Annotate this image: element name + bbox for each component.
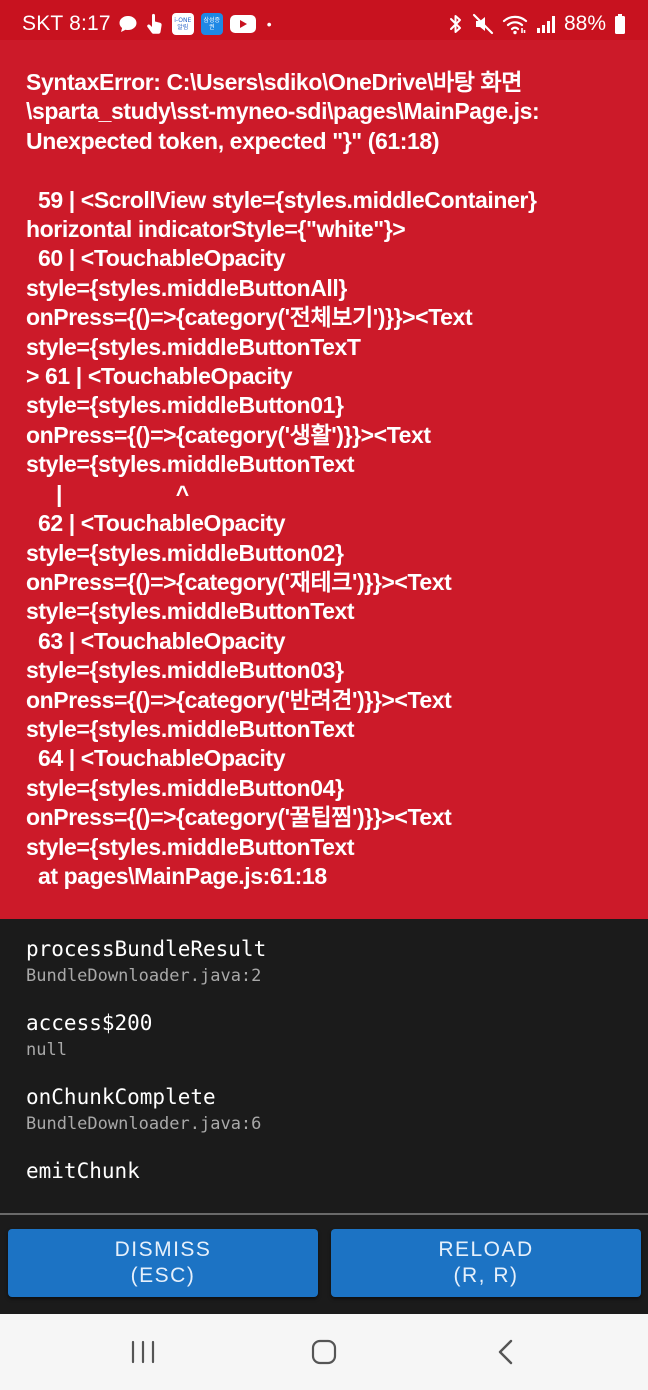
recent-apps-button[interactable]: [113, 1336, 173, 1368]
status-bar-right: 88%: [448, 12, 626, 36]
hand-touch-icon: [145, 13, 165, 35]
stack-frame[interactable]: access$200 null: [26, 1009, 622, 1063]
chat-bubble-icon: [118, 14, 138, 34]
signal-icon: [536, 14, 556, 34]
stack-frame-file: BundleDownloader.java:2: [26, 966, 262, 986]
stack-frame-file: BundleDownloader.java:6: [26, 1114, 262, 1134]
ione-bank-app-icon: i-ONE 알림: [171, 13, 194, 35]
carrier-time: SKT 8:17: [22, 12, 111, 35]
youtube-icon: [229, 15, 256, 33]
error-message-panel: SyntaxError: C:\Users\sdiko\OneDrive\바탕 …: [0, 40, 648, 919]
battery-percent: 88%: [563, 12, 606, 35]
screen: SKT 8:17 i-ONE 알림 삼성증권 • 88% SyntaxError…: [0, 0, 648, 1390]
dismiss-shortcut: (ESC): [130, 1264, 196, 1287]
stack-frame-method: processBundleResult: [26, 937, 267, 961]
more-dot-icon: •: [266, 16, 272, 32]
wifi-icon: [502, 13, 528, 35]
home-icon: [311, 1339, 337, 1365]
home-button[interactable]: [294, 1336, 354, 1368]
error-message-text: SyntaxError: C:\Users\sdiko\OneDrive\바탕 …: [26, 69, 540, 889]
recent-apps-icon: [131, 1340, 155, 1364]
reload-button[interactable]: RELOAD (R, R): [331, 1229, 641, 1297]
reload-label: RELOAD: [438, 1238, 534, 1261]
stack-frame[interactable]: onChunkComplete BundleDownloader.java:6: [26, 1083, 622, 1137]
dismiss-label: DISMISS: [114, 1238, 212, 1261]
mute-icon: [472, 13, 494, 35]
stack-frame-method: emitChunk: [26, 1159, 140, 1183]
status-bar-left: SKT 8:17 i-ONE 알림 삼성증권 •: [22, 12, 272, 36]
samsung-securities-app-icon: 삼성증권: [200, 13, 223, 35]
action-button-bar: DISMISS (ESC) RELOAD (R, R): [0, 1215, 648, 1314]
stack-trace-list[interactable]: processBundleResult BundleDownloader.jav…: [0, 919, 648, 1213]
stack-frame-method: onChunkComplete: [26, 1085, 216, 1109]
back-button[interactable]: [476, 1336, 536, 1368]
stack-frame[interactable]: emitChunk: [26, 1157, 622, 1185]
reload-shortcut: (R, R): [453, 1264, 519, 1287]
bluetooth-icon: [448, 13, 464, 35]
stack-frame-method: access$200: [26, 1011, 153, 1035]
navigation-bar: [0, 1314, 648, 1390]
stack-frame[interactable]: processBundleResult BundleDownloader.jav…: [26, 935, 622, 989]
back-icon: [498, 1339, 513, 1365]
stack-frame-file: null: [26, 1040, 67, 1060]
battery-icon: [614, 13, 626, 35]
dismiss-button[interactable]: DISMISS (ESC): [8, 1229, 318, 1297]
